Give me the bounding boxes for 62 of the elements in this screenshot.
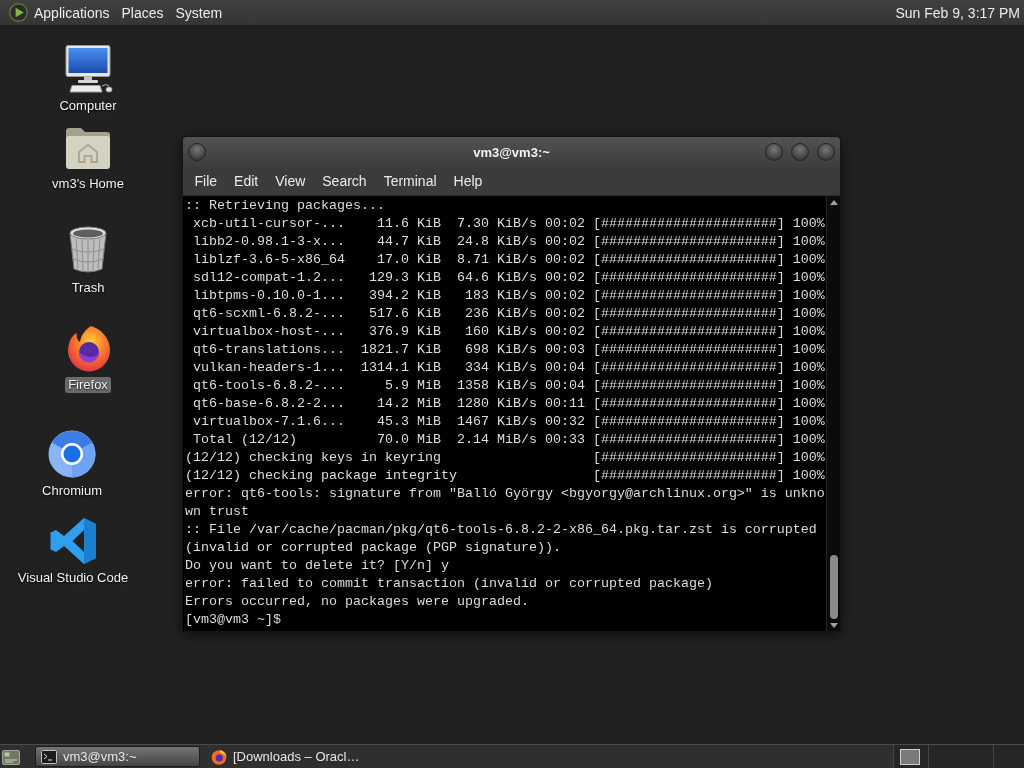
workspace-switcher[interactable] [893, 745, 1024, 768]
terminal-line: xcb-util-cursor-... 11.6 KiB 7.30 KiB/s 00:02 [######################] 100% [192, 215, 825, 233]
terminal-line: error: qt6-tools: signature from "Balló György <bgyorgy@archlinux.org>" is unkno [185, 485, 825, 503]
minimize-button[interactable] [765, 143, 783, 161]
bracket-logo-icon[interactable] [49, 517, 97, 565]
menu-item[interactable]: Help [445, 170, 491, 192]
scrollbar[interactable] [826, 196, 840, 631]
desktop-icon-label[interactable]: Trash [68, 280, 108, 296]
scrollbar-thumb[interactable] [829, 555, 838, 619]
home-folder-icon[interactable] [63, 125, 113, 171]
terminal-line: sdl12-compat-1.2... 129.3 KiB 64.6 KiB/s 00:02 [######################] 100% [192, 269, 825, 287]
desktop-icon-label[interactable]: Visual Studio Code [14, 570, 132, 586]
panel-menu[interactable]: Places [115, 2, 170, 23]
terminal-line: qt6-translations... 1821.7 KiB 698 KiB/s 00:03 [######################] 100% [192, 341, 825, 359]
terminal-line: Total (12/12) 70.0 MiB 2.14 MiB/s 00:33 [######################] 100% [192, 431, 825, 449]
window-title: vm3@vm3:~ [473, 144, 550, 160]
terminal-icon [41, 749, 57, 764]
desktop-icon-label[interactable]: Firefox [65, 377, 111, 393]
menu-item[interactable]: Search [313, 170, 376, 192]
scroll-up-arrow-icon[interactable] [829, 200, 838, 205]
terminal-line: [vm3@vm3 ~]$ [185, 611, 281, 629]
terminal-line: error: failed to commit transaction (invalid or corrupted package) [185, 575, 713, 593]
panel-menu[interactable]: System [169, 2, 229, 23]
desktop-icon-label[interactable]: Chromium [39, 483, 105, 499]
clock[interactable]: Sun Feb 9, 3:17 PM [895, 4, 1020, 21]
maximize-button[interactable] [791, 143, 809, 161]
menu-item[interactable]: View [266, 170, 314, 192]
show-desktop-icon[interactable] [2, 747, 20, 766]
terminal-line: vulkan-headers-1... 1314.1 KiB 334 KiB/s 00:04 [######################] 100% [192, 359, 825, 377]
scroll-down-arrow-icon[interactable] [829, 623, 838, 628]
panel-menu[interactable]: Applications [28, 2, 116, 23]
menu-item[interactable]: Edit [225, 170, 267, 192]
terminal-line: (invalid or corrupted package (PGP signature)). [185, 539, 561, 557]
terminal-line: (12/12) checking package integrity [######################] 100% [185, 467, 825, 485]
terminal-line: Errors occurred, no packages were upgraded. [185, 593, 529, 611]
triangle-logo-icon[interactable] [9, 3, 28, 22]
desktop-icon-label[interactable]: vm3's Home [49, 176, 127, 192]
terminal-line: (12/12) checking keys in keyring [######################] 100% [185, 449, 825, 467]
ring-logo-icon[interactable] [48, 430, 96, 478]
terminal-line: libb2-0.98.1-3-x... 44.7 KiB 24.8 KiB/s 00:02 [######################] 100% [192, 233, 825, 251]
flame-globe-icon [211, 748, 227, 765]
taskbar-button[interactable]: [Downloads – Oracl… [205, 746, 370, 767]
terminal-line: :: File /var/cache/pacman/pkg/qt6-tools-6.8.2-2-x86_64.pkg.tar.zst is corrupted [185, 521, 817, 539]
computer-icon[interactable] [63, 45, 113, 93]
terminal-line: wn trust [185, 503, 249, 521]
window-thumbnail-icon [900, 748, 920, 765]
terminal-line: qt6-tools-6.8.2-... 5.9 MiB 1358 KiB/s 00:04 [######################] 100% [192, 377, 825, 395]
desktop-icon-label[interactable]: Computer [56, 98, 120, 114]
window-menu-button[interactable] [188, 143, 206, 161]
close-button[interactable] [817, 143, 835, 161]
terminal-line: qt6-scxml-6.8.2-... 517.6 KiB 236 KiB/s 00:02 [######################] 100% [192, 305, 825, 323]
menu-item[interactable]: File [186, 170, 226, 192]
taskbar-button[interactable]: vm3@vm3:~ [35, 746, 200, 767]
terminal-line: qt6-base-6.8.2-2... 14.2 MiB 1280 KiB/s 00:11 [######################] 100% [192, 395, 825, 413]
terminal-line: :: Retrieving packages... [185, 197, 385, 215]
terminal-line: virtualbox-7.1.6... 45.3 MiB 1467 KiB/s 00:32 [######################] 100% [192, 413, 825, 431]
trash-icon[interactable] [66, 225, 110, 275]
menu-item[interactable]: Terminal [375, 170, 446, 192]
terminal-line: Do you want to delete it? [Y/n] y [185, 557, 449, 575]
terminal-line: libtpms-0.10.0-1... 394.2 KiB 183 KiB/s 00:02 [######################] 100% [192, 287, 825, 305]
terminal-line: liblzf-3.6-5-x86_64 17.0 KiB 8.71 KiB/s 00:02 [######################] 100% [192, 251, 825, 269]
terminal-line: virtualbox-host-... 376.9 KiB 160 KiB/s 00:02 [######################] 100% [192, 323, 825, 341]
